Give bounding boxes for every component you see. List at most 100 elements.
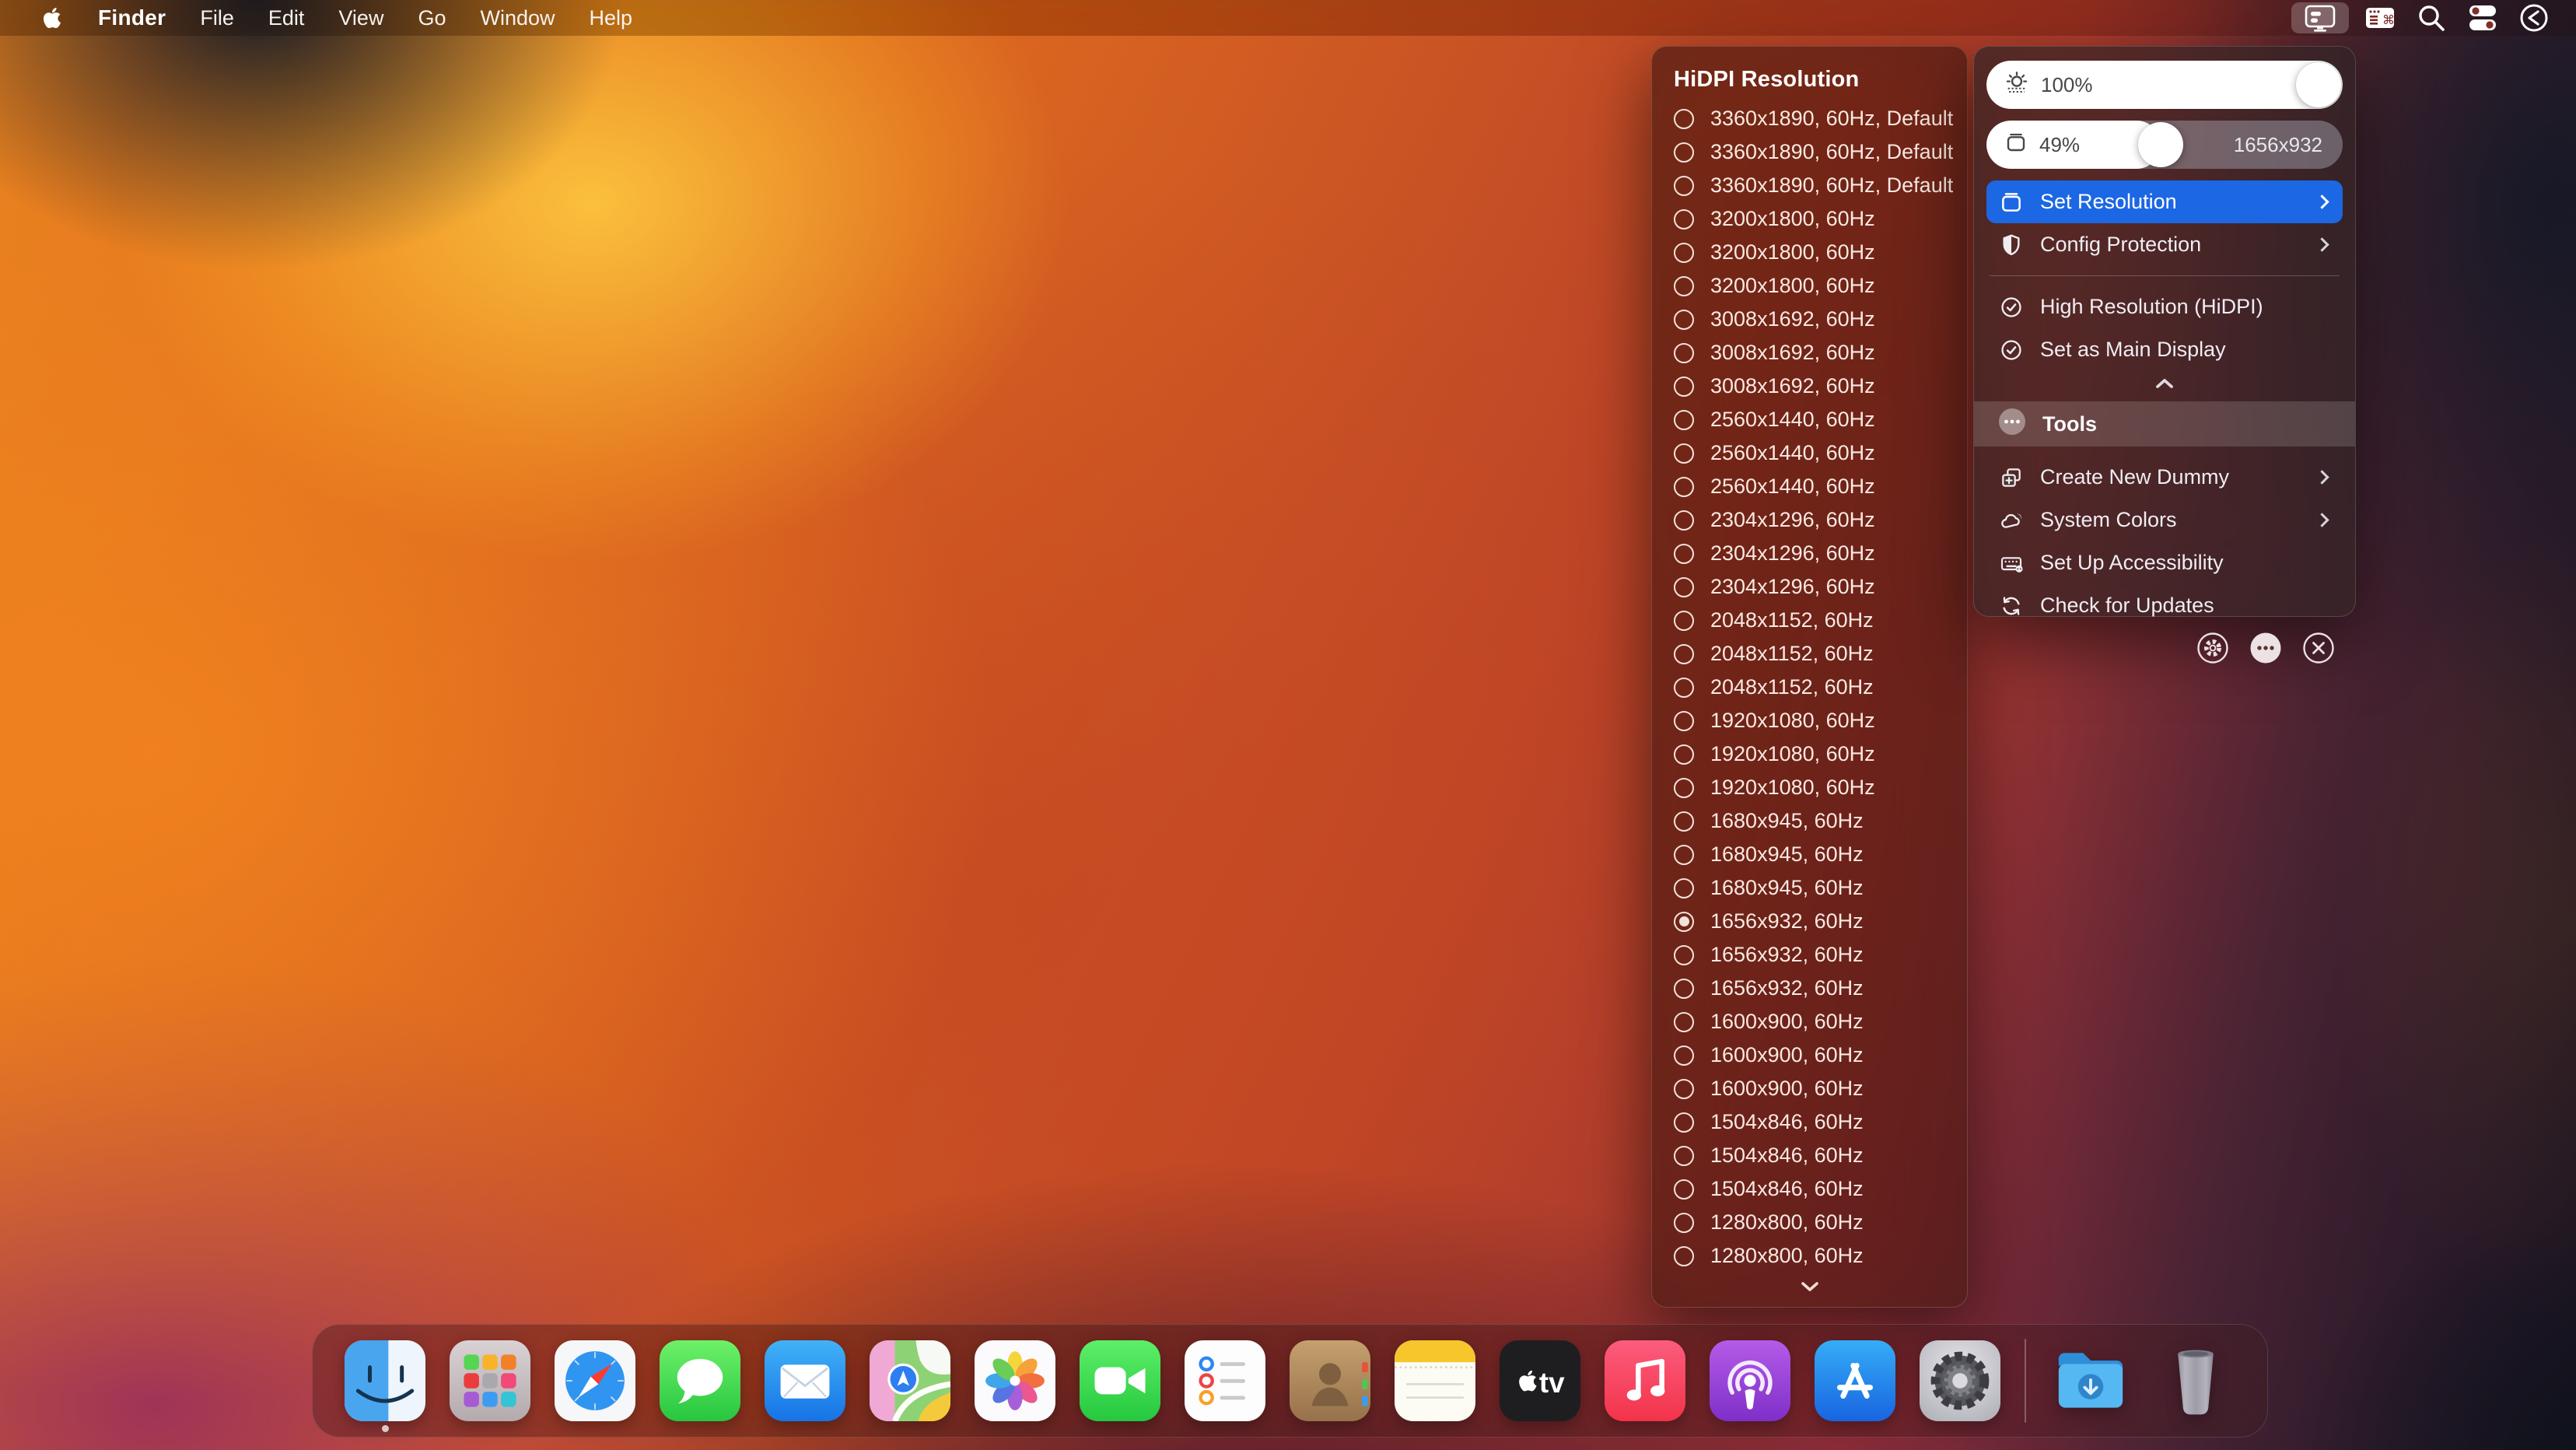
radio-icon[interactable] bbox=[1674, 1011, 1694, 1032]
dock-facetime-icon[interactable] bbox=[1079, 1340, 1160, 1421]
radio-icon[interactable] bbox=[1674, 1212, 1694, 1233]
resolution-option[interactable]: 1600x900, 60Hz bbox=[1652, 1038, 1967, 1072]
dock-music-icon[interactable] bbox=[1604, 1340, 1685, 1421]
resolution-option[interactable]: 1600x900, 60Hz bbox=[1652, 1005, 1967, 1038]
close-icon[interactable] bbox=[2302, 632, 2335, 664]
radio-icon[interactable] bbox=[1674, 543, 1694, 564]
display-status-icon[interactable] bbox=[2291, 2, 2349, 33]
radio-icon[interactable] bbox=[1674, 376, 1694, 397]
radio-icon[interactable] bbox=[1674, 142, 1694, 163]
radio-icon[interactable] bbox=[1674, 443, 1694, 464]
set-resolution-item[interactable]: Set Resolution bbox=[1986, 180, 2343, 223]
resolution-option[interactable]: 3200x1800, 60Hz bbox=[1652, 202, 1967, 236]
radio-icon[interactable] bbox=[1674, 576, 1694, 597]
menu-item[interactable]: Window bbox=[463, 6, 572, 30]
check-for-updates-item[interactable]: Check for Updates bbox=[1986, 584, 2343, 627]
resolution-option[interactable]: 2560x1440, 60Hz bbox=[1652, 470, 1967, 503]
radio-icon[interactable] bbox=[1674, 1045, 1694, 1066]
radio-icon[interactable] bbox=[1674, 811, 1694, 832]
resolution-option[interactable]: 1656x932, 60Hz bbox=[1652, 938, 1967, 972]
resolution-option[interactable]: 3360x1890, 60Hz, Default bbox=[1652, 169, 1967, 202]
resolution-option[interactable]: 3360x1890, 60Hz, Default bbox=[1652, 135, 1967, 169]
radio-icon[interactable] bbox=[1674, 175, 1694, 196]
clock-icon[interactable] bbox=[2514, 2, 2554, 33]
radio-icon[interactable] bbox=[1674, 877, 1694, 898]
radio-icon[interactable] bbox=[1674, 242, 1694, 263]
resolution-option[interactable]: 1656x932, 60Hz bbox=[1652, 905, 1967, 938]
create-new-dummy-item[interactable]: Create New Dummy bbox=[1986, 456, 2343, 499]
app-menu-title[interactable]: Finder bbox=[81, 5, 183, 30]
menu-item[interactable]: File bbox=[183, 6, 251, 30]
resolution-option[interactable]: 1504x846, 60Hz bbox=[1652, 1172, 1967, 1206]
dock-safari-icon[interactable] bbox=[554, 1340, 635, 1421]
resolution-option[interactable]: 2304x1296, 60Hz bbox=[1652, 503, 1967, 537]
system-colors-item[interactable]: System Colors bbox=[1986, 499, 2343, 541]
resolution-option[interactable]: 3200x1800, 60Hz bbox=[1652, 269, 1967, 303]
radio-icon[interactable] bbox=[1674, 510, 1694, 531]
resolution-option[interactable]: 1680x945, 60Hz bbox=[1652, 871, 1967, 905]
resolution-option[interactable]: 2048x1152, 60Hz bbox=[1652, 604, 1967, 637]
dock-podcasts-icon[interactable] bbox=[1709, 1340, 1790, 1421]
resolution-slider-knob[interactable] bbox=[2138, 122, 2184, 167]
radio-icon[interactable] bbox=[1674, 677, 1694, 698]
more-options-icon[interactable] bbox=[2249, 632, 2282, 664]
dock-photos-icon[interactable] bbox=[974, 1340, 1055, 1421]
radio-icon[interactable] bbox=[1674, 777, 1694, 798]
resolution-option[interactable]: 1656x932, 60Hz bbox=[1652, 972, 1967, 1005]
radio-icon[interactable] bbox=[1674, 1245, 1694, 1266]
resolution-option[interactable]: 1920x1080, 60Hz bbox=[1652, 737, 1967, 771]
radio-icon[interactable] bbox=[1674, 108, 1694, 129]
radio-icon[interactable] bbox=[1674, 643, 1694, 664]
radio-icon[interactable] bbox=[1674, 309, 1694, 330]
menu-item[interactable]: Go bbox=[401, 6, 463, 30]
radio-icon[interactable] bbox=[1674, 208, 1694, 229]
resolution-option[interactable]: 1280x800, 60Hz bbox=[1652, 1206, 1967, 1239]
resolution-option[interactable]: 3008x1692, 60Hz bbox=[1652, 336, 1967, 370]
resolution-option[interactable]: 2304x1296, 60Hz bbox=[1652, 570, 1967, 604]
resolution-option[interactable]: 1680x945, 60Hz bbox=[1652, 804, 1967, 838]
dock-finder-icon[interactable] bbox=[344, 1340, 425, 1432]
radio-icon[interactable] bbox=[1674, 844, 1694, 865]
radio-icon[interactable] bbox=[1674, 1179, 1694, 1200]
radio-icon[interactable] bbox=[1674, 610, 1694, 631]
set-main-display-item[interactable]: Set as Main Display bbox=[1986, 328, 2343, 371]
scroll-down-chevron-icon[interactable] bbox=[1797, 1278, 1823, 1299]
brightness-slider-knob[interactable] bbox=[2296, 62, 2341, 107]
resolution-option[interactable]: 2560x1440, 60Hz bbox=[1652, 403, 1967, 436]
radio-icon[interactable] bbox=[1674, 409, 1694, 430]
config-protection-item[interactable]: Config Protection bbox=[1986, 223, 2343, 266]
resolution-option[interactable]: 3360x1890, 60Hz, Default bbox=[1652, 102, 1967, 135]
resolution-option[interactable]: 1504x846, 60Hz bbox=[1652, 1105, 1967, 1139]
resolution-option[interactable]: 3008x1692, 60Hz bbox=[1652, 370, 1967, 403]
dock-downloads-icon[interactable] bbox=[2050, 1340, 2131, 1421]
resolution-option[interactable]: 1920x1080, 60Hz bbox=[1652, 771, 1967, 804]
control-center-icon[interactable] bbox=[2462, 2, 2503, 33]
dock-reminders-icon[interactable] bbox=[1184, 1340, 1265, 1421]
resolution-option[interactable]: 2048x1152, 60Hz bbox=[1652, 637, 1967, 671]
set-up-accessibility-item[interactable]: Set Up Accessibility bbox=[1986, 541, 2343, 584]
menu-item[interactable]: View bbox=[321, 6, 401, 30]
dock-messages-icon[interactable] bbox=[659, 1340, 740, 1421]
radio-icon[interactable] bbox=[1674, 911, 1694, 932]
menu-item[interactable]: Edit bbox=[251, 6, 322, 30]
radio-icon[interactable] bbox=[1674, 1112, 1694, 1133]
dock-trash-icon[interactable] bbox=[2155, 1340, 2236, 1421]
resolution-option[interactable]: 2304x1296, 60Hz bbox=[1652, 537, 1967, 570]
menu-item[interactable]: Help bbox=[572, 6, 650, 30]
dock-system-settings-icon[interactable] bbox=[1919, 1340, 2000, 1421]
dock-appstore-icon[interactable] bbox=[1814, 1340, 1895, 1421]
radio-icon[interactable] bbox=[1674, 275, 1694, 296]
dock-launchpad-icon[interactable] bbox=[449, 1340, 530, 1421]
radio-icon[interactable] bbox=[1674, 1145, 1694, 1166]
apple-menu-icon[interactable] bbox=[23, 0, 81, 36]
keyboard-command-icon[interactable]: ⌘ bbox=[2360, 2, 2400, 33]
dock-notes-icon[interactable] bbox=[1394, 1340, 1475, 1421]
resolution-option[interactable]: 3008x1692, 60Hz bbox=[1652, 303, 1967, 336]
dock-contacts-icon[interactable] bbox=[1289, 1340, 1370, 1421]
settings-gear-icon[interactable] bbox=[2196, 632, 2229, 664]
resolution-option[interactable]: 3200x1800, 60Hz bbox=[1652, 236, 1967, 269]
search-icon[interactable] bbox=[2411, 2, 2452, 33]
dock-maps-icon[interactable] bbox=[869, 1340, 950, 1421]
resolution-option[interactable]: 1680x945, 60Hz bbox=[1652, 838, 1967, 871]
radio-icon[interactable] bbox=[1674, 1078, 1694, 1099]
